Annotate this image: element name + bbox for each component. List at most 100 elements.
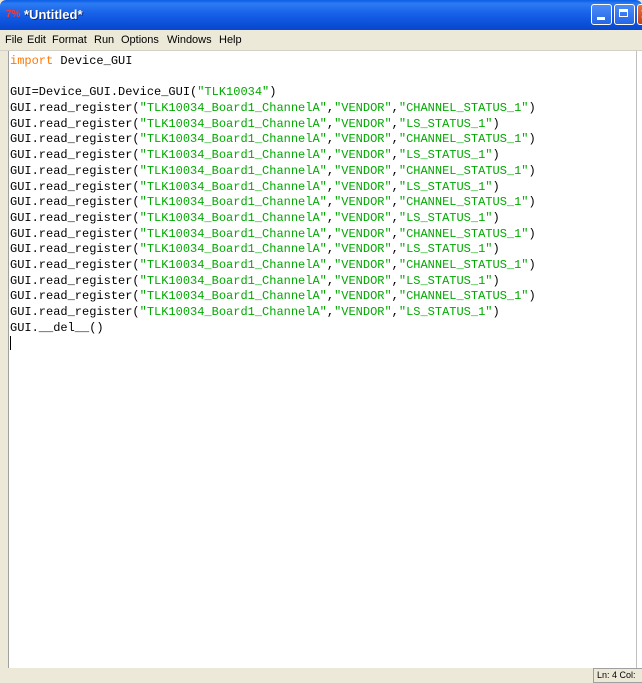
- string-token: "TLK10034": [197, 85, 270, 100]
- code-line[interactable]: GUI.read_register("TLK10034_Board1_Chann…: [10, 180, 630, 196]
- code-token: ,: [326, 163, 335, 178]
- text-cursor: [10, 336, 11, 351]
- code-token: GUI.read_register(: [10, 179, 140, 194]
- code-token: GUI.read_register(: [10, 257, 140, 272]
- code-token: ): [528, 195, 536, 210]
- string-token: "VENDOR": [334, 273, 392, 288]
- code-line[interactable]: GUI.__del__(): [10, 321, 630, 337]
- code-line[interactable]: GUI.read_register("TLK10034_Board1_Chann…: [10, 211, 630, 227]
- code-token: GUI.read_register(: [10, 195, 140, 210]
- code-token: ): [492, 179, 500, 194]
- code-token: ,: [391, 210, 399, 225]
- code-token: ): [528, 163, 536, 178]
- maximize-icon: [619, 9, 628, 17]
- string-token: "TLK10034_Board1_ChannelA": [139, 179, 327, 194]
- string-token: "TLK10034_Board1_ChannelA": [139, 305, 327, 319]
- code-token: ,: [326, 179, 335, 194]
- code-line[interactable]: GUI.read_register("TLK10034_Board1_Chann…: [10, 164, 630, 180]
- string-token: "CHANNEL_STATUS_1": [398, 101, 529, 116]
- window-title: *Untitled*: [24, 7, 83, 22]
- code-line[interactable]: GUI.read_register("TLK10034_Board1_Chann…: [10, 289, 630, 305]
- menu-file[interactable]: File: [5, 34, 23, 46]
- code-token: GUI.read_register(: [10, 132, 140, 147]
- code-token: ,: [326, 148, 335, 163]
- code-line[interactable]: GUI.read_register("TLK10034_Board1_Chann…: [10, 227, 630, 243]
- code-line[interactable]: import Device_GUI: [10, 54, 630, 70]
- code-token: ,: [326, 289, 335, 304]
- string-token: "VENDOR": [334, 289, 392, 304]
- code-line[interactable]: [10, 336, 630, 352]
- menu-windows[interactable]: Windows: [167, 34, 212, 46]
- code-token: GUI=Device_GUI.Device_GUI(: [10, 85, 198, 100]
- menu-edit[interactable]: Edit: [27, 34, 46, 46]
- minimize-button[interactable]: [591, 4, 612, 25]
- vertical-scrollbar[interactable]: [636, 51, 642, 668]
- string-token: "VENDOR": [334, 101, 392, 116]
- string-token: "CHANNEL_STATUS_1": [398, 226, 529, 241]
- string-token: "VENDOR": [334, 116, 392, 131]
- string-token: "TLK10034_Board1_ChannelA": [139, 163, 327, 178]
- code-line[interactable]: GUI.read_register("TLK10034_Board1_Chann…: [10, 242, 630, 258]
- code-token: ,: [326, 132, 335, 147]
- code-token: ): [528, 101, 536, 116]
- string-token: "CHANNEL_STATUS_1": [398, 132, 529, 147]
- code-line[interactable]: GUI.read_register("TLK10034_Board1_Chann…: [10, 148, 630, 164]
- string-token: "LS_STATUS_1": [398, 148, 493, 163]
- code-token: Device_GUI: [53, 54, 133, 68]
- code-token: GUI.read_register(: [10, 163, 140, 178]
- string-token: "VENDOR": [334, 132, 392, 147]
- string-token: "VENDOR": [334, 195, 392, 210]
- string-token: "TLK10034_Board1_ChannelA": [139, 257, 327, 272]
- code-line[interactable]: GUI.read_register("TLK10034_Board1_Chann…: [10, 195, 630, 211]
- code-token: GUI.read_register(: [10, 226, 140, 241]
- code-token: ,: [391, 273, 399, 288]
- code-token: ,: [326, 210, 335, 225]
- code-line[interactable]: [10, 70, 630, 86]
- code-line[interactable]: GUI.read_register("TLK10034_Board1_Chann…: [10, 101, 630, 117]
- string-token: "TLK10034_Board1_ChannelA": [139, 242, 327, 257]
- window-left-border: [0, 51, 8, 668]
- string-token: "VENDOR": [334, 163, 392, 178]
- menu-help[interactable]: Help: [219, 34, 242, 46]
- string-token: "TLK10034_Board1_ChannelA": [139, 195, 327, 210]
- string-token: "TLK10034_Board1_ChannelA": [139, 210, 327, 225]
- code-line[interactable]: GUI.read_register("TLK10034_Board1_Chann…: [10, 258, 630, 274]
- string-token: "LS_STATUS_1": [398, 273, 493, 288]
- code-token: ,: [326, 257, 335, 272]
- code-token: ): [528, 132, 536, 147]
- code-token: GUI.read_register(: [10, 305, 140, 319]
- code-line[interactable]: GUI.read_register("TLK10034_Board1_Chann…: [10, 305, 630, 321]
- string-token: "LS_STATUS_1": [398, 242, 493, 257]
- code-line[interactable]: GUI.read_register("TLK10034_Board1_Chann…: [10, 132, 630, 148]
- title-bar[interactable]: 7% *Untitled* ✕: [0, 0, 642, 30]
- menu-options[interactable]: Options: [121, 34, 159, 46]
- menu-run[interactable]: Run: [94, 34, 114, 46]
- menu-bar: File Edit Format Run Options Windows Hel…: [0, 30, 642, 51]
- string-token: "VENDOR": [334, 226, 392, 241]
- code-line[interactable]: GUI=Device_GUI.Device_GUI("TLK10034"): [10, 85, 630, 101]
- code-token: ): [528, 226, 536, 241]
- close-button[interactable]: ✕: [637, 4, 642, 25]
- code-token: GUI.read_register(: [10, 289, 140, 304]
- code-token: ): [528, 257, 536, 272]
- maximize-button[interactable]: [614, 4, 635, 25]
- code-token: ,: [326, 226, 335, 241]
- code-token: ,: [326, 116, 335, 131]
- code-line[interactable]: GUI.read_register("TLK10034_Board1_Chann…: [10, 274, 630, 290]
- string-token: "LS_STATUS_1": [398, 305, 493, 319]
- status-bar: Ln: 4 Col:: [0, 668, 642, 683]
- string-token: "LS_STATUS_1": [398, 116, 493, 131]
- code-token: ,: [326, 101, 335, 116]
- code-token: GUI.read_register(: [10, 148, 140, 163]
- code-token: ): [492, 148, 500, 163]
- string-token: "TLK10034_Board1_ChannelA": [139, 148, 327, 163]
- string-token: "CHANNEL_STATUS_1": [398, 195, 529, 210]
- menu-format[interactable]: Format: [52, 34, 87, 46]
- code-text[interactable]: import Device_GUI GUI=Device_GUI.Device_…: [10, 54, 630, 352]
- code-token: ): [492, 273, 500, 288]
- code-token: GUI.read_register(: [10, 242, 140, 257]
- code-line[interactable]: GUI.read_register("TLK10034_Board1_Chann…: [10, 117, 630, 133]
- code-token: GUI.read_register(: [10, 210, 140, 225]
- string-token: "LS_STATUS_1": [398, 210, 493, 225]
- string-token: "VENDOR": [334, 257, 392, 272]
